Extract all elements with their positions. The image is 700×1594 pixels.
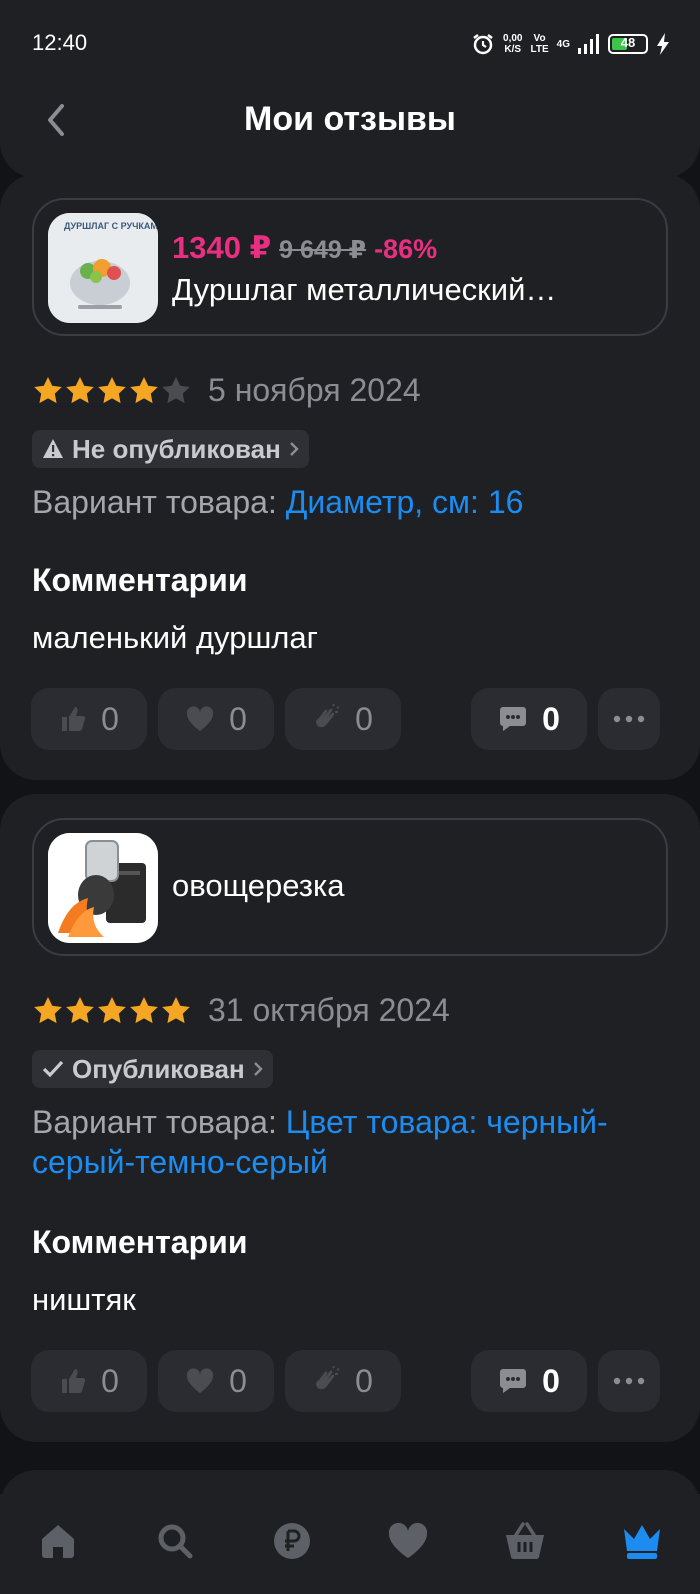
like-count: 0 — [101, 700, 119, 737]
rating-row: 31 октября 2024 — [32, 992, 450, 1029]
nav-search[interactable] — [145, 1511, 205, 1571]
like-count: 0 — [101, 1362, 119, 1399]
star-icon — [130, 376, 158, 403]
nav-cart[interactable] — [495, 1511, 555, 1571]
more-dots-icon — [613, 1377, 645, 1385]
star-icon — [98, 376, 126, 403]
page-title: Мои отзывы — [244, 100, 456, 138]
crown-icon — [623, 1525, 660, 1559]
star-icon — [66, 376, 94, 403]
star-icon — [98, 996, 126, 1023]
clap-count: 0 — [355, 700, 373, 737]
clap-icon — [316, 704, 340, 728]
variant-value[interactable]: Диаметр, см: 16 — [286, 484, 524, 520]
comment-text: ништяк — [32, 1282, 136, 1317]
search-icon — [158, 1524, 193, 1559]
comments-heading: Комментарии — [32, 562, 248, 598]
review-card: овощерезка 31 октября 2024 Опубликован В… — [0, 794, 700, 1442]
basket-icon — [505, 1522, 544, 1560]
nav-finance[interactable] — [262, 1511, 322, 1571]
heart-count: 0 — [229, 1362, 247, 1399]
review-date: 31 октября 2024 — [208, 992, 450, 1028]
variant-label: Вариант товара: — [32, 484, 286, 520]
product-name: овощерезка — [172, 868, 345, 903]
status-icons: 0,00 K/S Vo LTE 4G 48 — [471, 28, 670, 60]
bottom-nav — [0, 1494, 700, 1594]
heart-button[interactable]: 0 — [158, 1350, 274, 1412]
chevron-right-icon — [289, 442, 299, 456]
image-caption: ДУРШЛАГ С РУЧКАМИ — [64, 221, 158, 231]
comment-text: маленький дуршлаг — [32, 620, 318, 655]
status-time: 12:40 — [32, 30, 88, 55]
chevron-right-icon — [253, 1062, 263, 1076]
comment-icon — [500, 707, 527, 731]
comments-button[interactable]: 0 — [471, 1350, 587, 1412]
price-row: 1340 ₽ 9 649 ₽ -86% — [172, 230, 437, 266]
rating-stars — [32, 375, 192, 407]
heart-button[interactable]: 0 — [158, 688, 274, 750]
status-badge[interactable]: Не опубликован — [32, 430, 309, 468]
thumbs-up-icon — [62, 707, 86, 731]
discount: -86% — [374, 234, 438, 264]
volte-indicator: Vo LTE — [530, 33, 549, 55]
home-icon — [42, 1525, 75, 1558]
net-speed: 0,00 K/S — [503, 33, 523, 55]
charging-icon — [657, 33, 669, 55]
battery-icon: 48 — [608, 34, 648, 54]
comments-count: 0 — [542, 700, 560, 737]
rating-row: 5 ноября 2024 — [32, 372, 421, 409]
star-icon — [34, 376, 62, 403]
star-icon — [162, 996, 190, 1023]
price-new: 1340 ₽ — [172, 230, 272, 265]
alarm-icon — [473, 34, 493, 55]
review-date: 5 ноября 2024 — [208, 372, 421, 408]
header: 12:40 0,00 K/S Vo LTE 4G 48 Мои отзывы — [0, 0, 700, 178]
variant-label: Вариант товара: — [32, 1104, 286, 1140]
heart-icon — [187, 706, 214, 731]
product-name: Дуршлаг металлический… — [172, 272, 557, 307]
like-button[interactable]: 0 — [31, 1350, 147, 1412]
heart-count: 0 — [229, 700, 247, 737]
nav-favorites[interactable] — [378, 1511, 438, 1571]
more-options-button[interactable] — [598, 688, 660, 750]
warning-icon — [43, 439, 63, 458]
variant: Вариант товара: Цвет товара: черный-серы… — [32, 1102, 668, 1182]
ruble-icon — [273, 1523, 310, 1559]
more-options-button[interactable] — [598, 1350, 660, 1412]
battery-level: 48 — [620, 35, 636, 50]
nav-home[interactable] — [28, 1511, 88, 1571]
comments-button[interactable]: 0 — [471, 688, 587, 750]
clap-count: 0 — [355, 1362, 373, 1399]
star-icon — [66, 996, 94, 1023]
heart-icon — [389, 1522, 428, 1558]
comment-icon — [500, 1369, 527, 1393]
product-link[interactable]: овощерезка — [32, 818, 668, 956]
like-button[interactable]: 0 — [31, 688, 147, 750]
review-card: ДУРШЛАГ С РУЧКАМИ 1340 ₽ 9 649 ₽ -86% Ду… — [0, 174, 700, 780]
clap-button[interactable]: 0 — [285, 688, 401, 750]
price-old: 9 649 ₽ — [279, 236, 367, 264]
star-icon — [34, 996, 62, 1023]
thumbs-up-icon — [62, 1369, 86, 1393]
product-image: ДУРШЛАГ С РУЧКАМИ — [48, 213, 158, 323]
nav-profile[interactable] — [612, 1511, 672, 1571]
clap-icon — [316, 1366, 340, 1390]
signal-icon — [578, 34, 599, 54]
star-icon — [162, 376, 190, 403]
variant: Вариант товара: Диаметр, см: 16 — [32, 482, 668, 522]
status-text: Не опубликован — [72, 433, 281, 464]
status-text: Опубликован — [72, 1053, 245, 1084]
more-dots-icon — [613, 715, 645, 723]
comments-heading: Комментарии — [32, 1224, 248, 1260]
status-badge[interactable]: Опубликован — [32, 1050, 273, 1088]
heart-icon — [187, 1368, 214, 1393]
check-icon — [42, 1060, 64, 1078]
rating-stars — [32, 995, 192, 1027]
comments-count: 0 — [542, 1362, 560, 1399]
product-link[interactable]: ДУРШЛАГ С РУЧКАМИ 1340 ₽ 9 649 ₽ -86% Ду… — [32, 198, 668, 336]
star-icon — [130, 996, 158, 1023]
product-image — [48, 833, 158, 943]
network-type: 4G — [556, 38, 570, 50]
clap-button[interactable]: 0 — [285, 1350, 401, 1412]
